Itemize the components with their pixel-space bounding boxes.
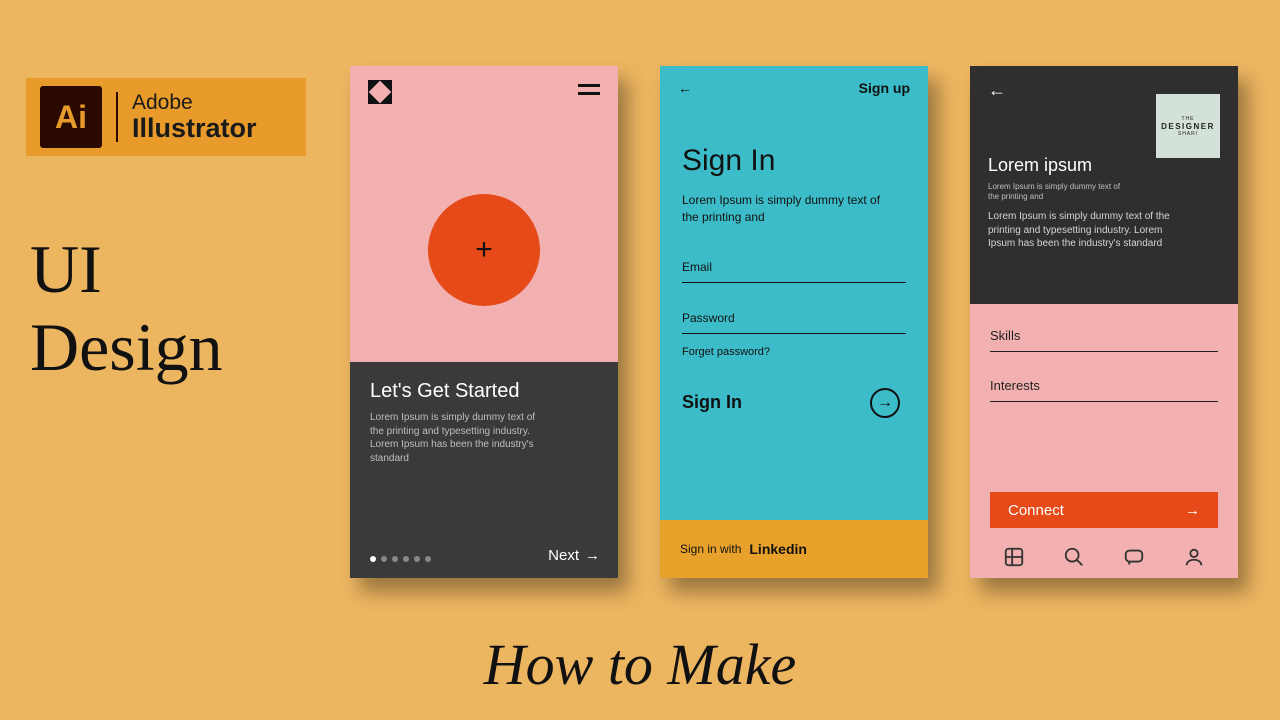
headline: UI Design — [30, 230, 223, 386]
avatar-line2: DESIGNER — [1161, 122, 1215, 131]
profile-title: Lorem ipsum — [988, 155, 1220, 176]
connect-button[interactable]: Connect → — [990, 492, 1218, 528]
password-field[interactable]: Password — [682, 305, 906, 334]
chat-icon[interactable] — [1123, 546, 1145, 568]
arrow-right-icon: → — [585, 547, 600, 564]
user-icon[interactable] — [1183, 546, 1205, 568]
adobe-illustrator-logo: Ai Adobe Illustrator — [26, 78, 306, 156]
onboarding-panel: Let's Get Started Lorem Ipsum is simply … — [350, 362, 618, 578]
signin-with-label: Sign in with — [680, 542, 741, 556]
interests-field[interactable]: Interests — [990, 372, 1218, 402]
signin-button[interactable]: → — [870, 388, 900, 418]
arrow-right-icon: → — [877, 394, 893, 412]
profile-header: ← THE DESIGNER SHARI Lorem ipsum Lorem I… — [970, 66, 1238, 304]
headline-line1: UI — [30, 230, 223, 308]
grid-icon[interactable] — [1003, 546, 1025, 568]
add-button[interactable]: + — [428, 194, 540, 306]
avatar-line3: SHARI — [1178, 131, 1198, 137]
mockup-onboarding: + Let's Get Started Lorem Ipsum is simpl… — [350, 66, 618, 578]
profile-subtitle: Lorem Ipsum is simply dummy text of the … — [988, 182, 1128, 203]
next-label: Next — [548, 547, 579, 564]
arrow-right-icon: → — [1185, 502, 1200, 519]
menu-icon[interactable] — [578, 80, 600, 104]
ai-text: Adobe Illustrator — [116, 92, 257, 142]
tab-bar — [970, 546, 1238, 568]
linkedin-link[interactable]: Linkedin — [749, 541, 807, 557]
onboarding-title: Let's Get Started — [370, 380, 598, 403]
signin-desc: Lorem Ipsum is simply dummy text of the … — [682, 192, 882, 226]
page-dots — [370, 556, 431, 562]
avatar: THE DESIGNER SHARI — [1156, 94, 1220, 158]
forgot-password-link[interactable]: Forget password? — [682, 346, 906, 358]
onboarding-body: Lorem Ipsum is simply dummy text of the … — [370, 411, 550, 465]
subheadline: How to Make — [484, 631, 797, 698]
social-signin-bar: Sign in with Linkedin — [660, 520, 928, 578]
mockup-signin: ← Sign up Sign In Lorem Ipsum is simply … — [660, 66, 928, 578]
logo-line2: Illustrator — [132, 114, 257, 142]
profile-bio: Lorem Ipsum is simply dummy text of the … — [988, 210, 1178, 251]
search-icon[interactable] — [1063, 546, 1085, 568]
logo-line1: Adobe — [132, 92, 257, 114]
logo-icon — [368, 80, 392, 104]
skills-field[interactable]: Skills — [990, 322, 1218, 352]
email-field[interactable]: Email — [682, 254, 906, 283]
headline-line2: Design — [30, 308, 223, 386]
ai-icon: Ai — [40, 86, 102, 148]
back-icon[interactable]: ← — [678, 80, 692, 96]
mockup-profile: ← THE DESIGNER SHARI Lorem ipsum Lorem I… — [970, 66, 1238, 578]
connect-label: Connect — [1008, 502, 1064, 519]
profile-body: Skills Interests Connect → — [970, 304, 1238, 578]
next-button[interactable]: Next → — [548, 547, 600, 564]
signin-label: Sign In — [682, 392, 742, 413]
signin-heading: Sign In — [682, 144, 906, 178]
signup-link[interactable]: Sign up — [859, 80, 910, 96]
